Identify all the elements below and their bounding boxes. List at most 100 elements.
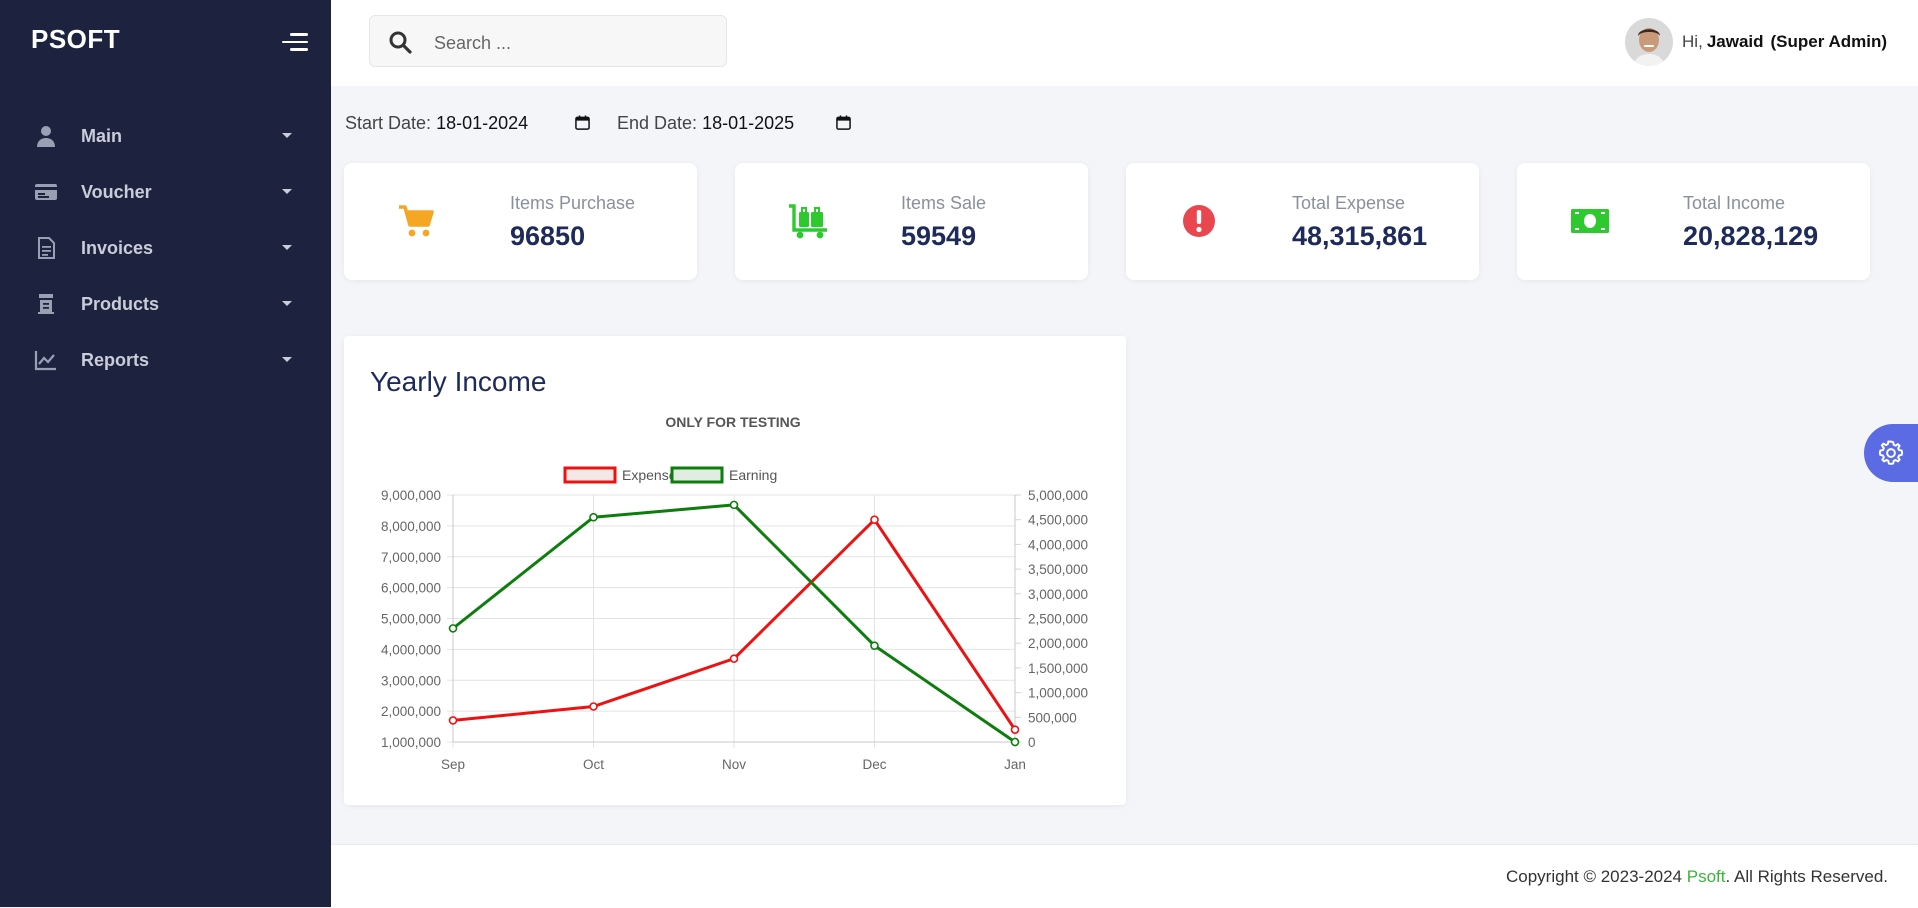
data-point-earning bbox=[729, 500, 739, 510]
y-left-tick-label: 1,000,000 bbox=[381, 735, 441, 750]
data-point-expense bbox=[448, 716, 458, 725]
footer-brand-link[interactable]: Psoft bbox=[1687, 867, 1726, 886]
chevron-down-icon bbox=[282, 357, 292, 362]
y-right-tick-label: 0 bbox=[1028, 735, 1036, 750]
y-left-tick-label: 3,000,000 bbox=[381, 673, 441, 688]
stat-value: 20,828,129 bbox=[1683, 221, 1819, 251]
products-stack-icon bbox=[38, 294, 54, 314]
y-right-tick-label: 4,500,000 bbox=[1028, 513, 1088, 528]
y-right-tick-label: 3,000,000 bbox=[1028, 587, 1088, 602]
y-right-tick-label: 2,000,000 bbox=[1028, 636, 1088, 651]
data-point-expense bbox=[589, 702, 598, 711]
copyright-text: Copyright © 2023-2024 Psoft. All Rights … bbox=[1506, 867, 1888, 887]
brand-logo[interactable]: PSOFT bbox=[31, 24, 120, 55]
stat-title: Total Income bbox=[1683, 193, 1786, 213]
data-point-earning bbox=[870, 641, 879, 650]
data-point-expense bbox=[729, 654, 739, 663]
sidebar-item-label: Invoices bbox=[81, 237, 154, 258]
data-point-earning bbox=[1010, 737, 1020, 747]
copyright-prefix: Copyright © 2023-2024 bbox=[1505, 867, 1687, 886]
sidebar-item-products[interactable]: Products bbox=[0, 276, 331, 332]
start-date-value[interactable]: 18-01-2024 bbox=[436, 113, 528, 133]
stat-title: Items Purchase bbox=[510, 193, 636, 213]
stat-value: 59549 bbox=[901, 221, 977, 251]
start-date-label: Start Date: bbox=[345, 113, 432, 133]
y-right-tick-label: 3,500,000 bbox=[1028, 562, 1088, 577]
sidebar-item-label: Voucher bbox=[81, 181, 152, 202]
stat-card-total-expense: Total Expense 48,315,861 bbox=[1126, 163, 1479, 280]
user-icon bbox=[37, 126, 55, 147]
gear-icon bbox=[1878, 440, 1904, 465]
y-right-tick-label: 500,000 bbox=[1028, 710, 1077, 725]
y-right-tick-label: 5,000,000 bbox=[1028, 488, 1088, 503]
chevron-down-icon bbox=[282, 189, 292, 194]
sidebar-menu: Main Voucher Invoices Products Reports bbox=[0, 108, 331, 388]
chevron-down-icon bbox=[282, 301, 292, 306]
data-point-earning bbox=[448, 624, 458, 633]
x-tick-label: Sep bbox=[441, 757, 465, 772]
money-bill-icon bbox=[1571, 209, 1609, 233]
user-menu[interactable]: Hi, Jawaid (Super Admin) bbox=[1625, 18, 1887, 66]
stat-card-items-purchase: Items Purchase 96850 bbox=[344, 163, 697, 280]
sidebar-item-label: Products bbox=[81, 293, 160, 314]
voucher-card-icon bbox=[35, 184, 57, 200]
sidebar-item-label: Reports bbox=[81, 349, 150, 370]
footer: Copyright © 2023-2024 Psoft. All Rights … bbox=[331, 844, 1918, 908]
user-name: Jawaid bbox=[1706, 32, 1764, 51]
avatar[interactable] bbox=[1625, 18, 1674, 66]
sidebar-item-label: Main bbox=[81, 125, 123, 146]
yearly-income-chart: ONLY FOR TESTING Expense Earning 9,000,000 8… bbox=[381, 414, 1088, 772]
y-left-tick-label: 6,000,000 bbox=[381, 581, 441, 596]
search-box[interactable] bbox=[369, 15, 727, 67]
y-left-tick-label: 4,000,000 bbox=[381, 642, 441, 657]
sidebar-item-reports[interactable]: Reports bbox=[0, 332, 331, 388]
y-right-tick-label: 1,500,000 bbox=[1028, 661, 1088, 676]
x-tick-label: Jan bbox=[1004, 757, 1026, 772]
stat-value: 96850 bbox=[510, 221, 586, 251]
data-point-earning bbox=[589, 512, 598, 522]
sidebar-item-invoices[interactable]: Invoices bbox=[0, 220, 331, 276]
stat-card-total-income: Total Income 20,828,129 bbox=[1517, 163, 1870, 280]
top-header: Hi, Jawaid (Super Admin) bbox=[331, 0, 1918, 86]
data-point-expense bbox=[1010, 725, 1020, 734]
stat-title: Items Sale bbox=[901, 193, 987, 213]
y-left-tick-label: 5,000,000 bbox=[381, 612, 441, 627]
sidebar: PSOFT Main Voucher Invoices Products Rep… bbox=[0, 0, 331, 907]
y-right-tick-label: 2,500,000 bbox=[1028, 612, 1088, 627]
y-left-tick-label: 9,000,000 bbox=[381, 488, 441, 503]
legend-swatch bbox=[670, 466, 724, 484]
x-tick-label: Nov bbox=[722, 757, 746, 772]
stat-card-items-sale: Items Sale 59549 bbox=[735, 163, 1088, 280]
stat-value: 48,315,861 bbox=[1292, 221, 1428, 251]
avatar-image bbox=[1625, 18, 1674, 66]
user-role: (Super Admin) bbox=[1770, 32, 1887, 51]
y-left-tick-label: 7,000,000 bbox=[381, 550, 441, 565]
y-right-tick-label: 1,000,000 bbox=[1028, 686, 1088, 701]
stat-title: Total Expense bbox=[1292, 193, 1406, 213]
document-icon bbox=[38, 237, 55, 259]
y-right-tick-label: 4,000,000 bbox=[1028, 537, 1088, 552]
x-tick-label: Oct bbox=[583, 757, 604, 772]
calendar-icon[interactable] bbox=[575, 115, 590, 130]
settings-button[interactable] bbox=[1864, 424, 1918, 482]
exclamation-circle-icon bbox=[1183, 205, 1215, 237]
end-date-field[interactable]: End Date: 18-01-2025 bbox=[617, 113, 794, 134]
legend-label: Earning bbox=[729, 467, 777, 483]
sidebar-item-main[interactable]: Main bbox=[0, 108, 331, 164]
greeting-text: Hi, bbox=[1682, 32, 1703, 51]
calendar-icon[interactable] bbox=[836, 115, 851, 130]
sidebar-item-voucher[interactable]: Voucher bbox=[0, 164, 331, 220]
start-date-field[interactable]: Start Date: 18-01-2024 bbox=[345, 113, 528, 134]
x-tick-label: Dec bbox=[862, 757, 886, 772]
search-input[interactable] bbox=[432, 28, 716, 58]
data-point-expense bbox=[870, 515, 879, 524]
copyright-suffix: . All Rights Reserved. bbox=[1725, 867, 1888, 886]
luggage-cart-icon bbox=[789, 204, 827, 239]
menu-toggle-icon[interactable] bbox=[282, 30, 308, 54]
chart-line-icon bbox=[34, 351, 56, 371]
yearly-income-card: Yearly Income ONLY FOR TESTING Expense Ear… bbox=[344, 336, 1126, 805]
search-icon[interactable] bbox=[388, 30, 412, 54]
end-date-value[interactable]: 18-01-2025 bbox=[702, 113, 794, 133]
y-left-tick-label: 2,000,000 bbox=[381, 704, 441, 719]
chart-title: ONLY FOR TESTING bbox=[665, 414, 800, 430]
